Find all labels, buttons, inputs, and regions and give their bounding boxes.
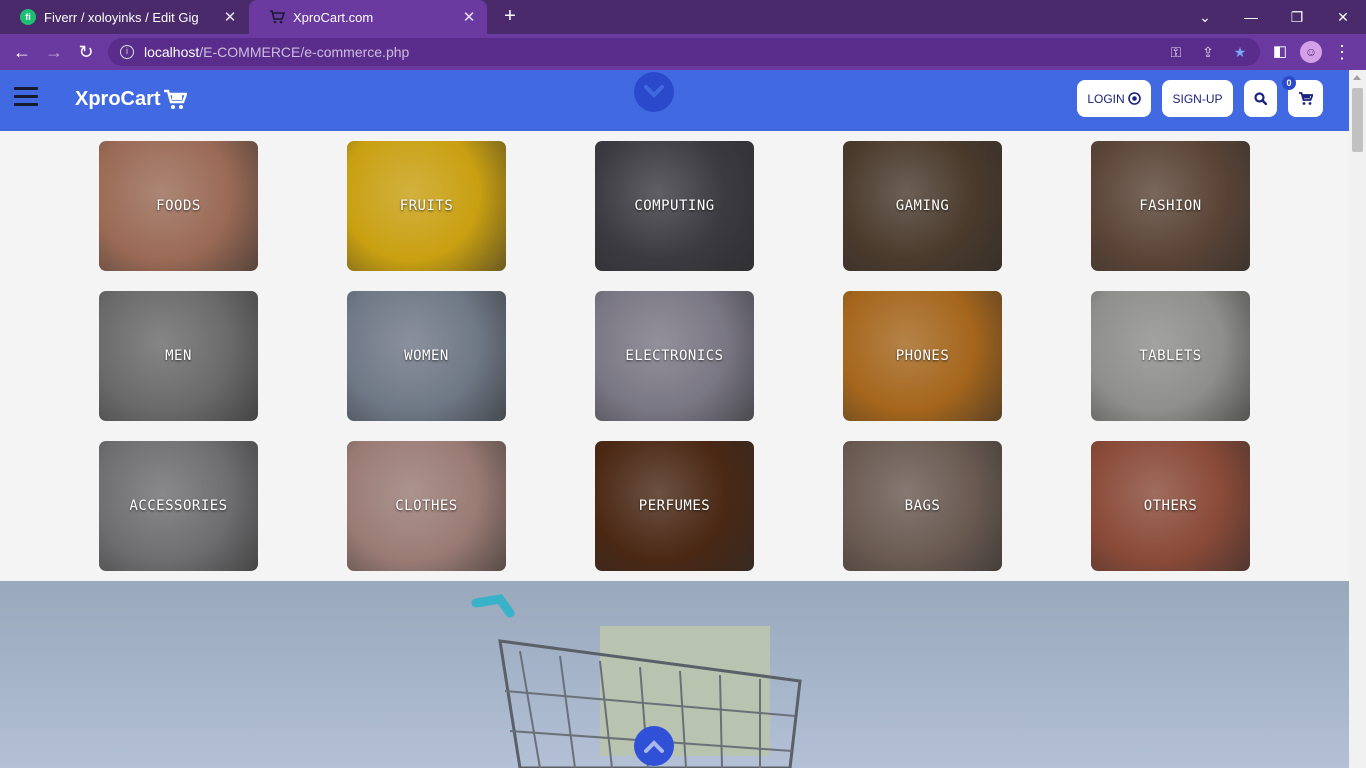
bookmark-star-icon[interactable]: ★ xyxy=(1230,42,1250,62)
cart-count-badge: 0 xyxy=(1282,76,1296,90)
category-label: GAMING xyxy=(895,198,950,214)
forward-icon[interactable]: → xyxy=(42,40,66,64)
address-bar[interactable]: i localhost/E-COMMERCE/e-commerce.php ⚿ … xyxy=(108,38,1260,66)
signup-label: SIGN-UP xyxy=(1172,91,1223,106)
back-icon[interactable]: ← xyxy=(10,40,34,64)
reload-icon[interactable]: ↻ xyxy=(74,40,98,64)
category-card-fashion[interactable]: FASHION xyxy=(1091,141,1250,271)
search-button[interactable] xyxy=(1244,80,1277,117)
chevron-down-icon xyxy=(644,85,664,98)
tab-fiverr[interactable]: fi Fiverr / xoloyinks / Edit Gig ✕ xyxy=(0,0,248,34)
scroll-up-arrow-icon[interactable] xyxy=(1353,75,1361,80)
profile-avatar[interactable]: ☺ xyxy=(1300,41,1322,63)
search-icon xyxy=(1254,92,1267,105)
url-path: /E-COMMERCE/e-commerce.php xyxy=(199,44,410,60)
category-card-accessories[interactable]: ACCESSORIES xyxy=(99,441,258,571)
category-label: COMPUTING xyxy=(634,198,715,214)
new-tab-button[interactable]: + xyxy=(498,5,522,29)
category-card-electronics[interactable]: ELECTRONICS xyxy=(595,291,754,421)
login-label: LOGIN xyxy=(1087,91,1125,106)
target-icon xyxy=(1127,92,1141,105)
category-label: FASHION xyxy=(1139,198,1202,214)
minimize-button[interactable]: — xyxy=(1228,0,1274,34)
tab-search-icon[interactable]: ⌄ xyxy=(1182,0,1228,34)
hero-banner xyxy=(0,581,1349,768)
signup-button[interactable]: SIGN-UP xyxy=(1162,80,1233,117)
category-card-bags[interactable]: BAGS xyxy=(843,441,1002,571)
cart-button[interactable]: 0 xyxy=(1282,76,1323,117)
side-panel-icon[interactable]: ◧ xyxy=(1268,40,1292,64)
browser-toolbar: ← → ↻ i localhost/E-COMMERCE/e-commerce.… xyxy=(0,34,1366,70)
hamburger-menu-icon[interactable] xyxy=(14,87,38,107)
web-page: XproCart LOGIN SIGN-UP 0 FOODS FRUITS COMP… xyxy=(0,70,1349,768)
site-header: XproCart LOGIN SIGN-UP 0 xyxy=(0,70,1349,131)
category-card-others[interactable]: OTHERS xyxy=(1091,441,1250,571)
category-label: ACCESSORIES xyxy=(129,498,228,514)
category-label: TABLETS xyxy=(1139,348,1202,364)
tab-title: XproCart.com xyxy=(293,9,374,25)
category-label: MEN xyxy=(165,348,192,364)
window-close-button[interactable]: ✕ xyxy=(1320,0,1366,34)
category-grid: FOODS FRUITS COMPUTING GAMING FASHION MEN WOME… xyxy=(0,131,1349,581)
category-card-foods[interactable]: FOODS xyxy=(99,141,258,271)
login-button[interactable]: LOGIN xyxy=(1077,80,1151,117)
category-card-phones[interactable]: PHONES xyxy=(843,291,1002,421)
dropdown-toggle-button[interactable] xyxy=(634,72,674,112)
tab-xprocart[interactable]: XproCart.com ✕ xyxy=(249,0,487,34)
cart-icon xyxy=(1299,91,1313,105)
chevron-up-icon xyxy=(644,740,664,753)
shopping-cart-money-image xyxy=(471,594,802,768)
key-icon[interactable]: ⚿ xyxy=(1166,42,1186,62)
share-icon[interactable]: ⇪ xyxy=(1198,42,1218,62)
category-label: CLOTHES xyxy=(395,498,458,514)
scrollbar-thumb[interactable] xyxy=(1352,88,1363,152)
close-icon[interactable]: ✕ xyxy=(461,8,477,26)
scroll-to-top-button[interactable] xyxy=(634,726,674,766)
fiverr-icon: fi xyxy=(20,9,36,25)
logo-text: XproCart xyxy=(75,88,161,110)
category-card-computing[interactable]: COMPUTING xyxy=(595,141,754,271)
category-card-fruits[interactable]: FRUITS xyxy=(347,141,506,271)
category-card-perfumes[interactable]: PERFUMES xyxy=(595,441,754,571)
restore-button[interactable]: ❐ xyxy=(1274,0,1320,34)
category-label: FOODS xyxy=(156,198,201,214)
url-host: localhost xyxy=(144,44,200,60)
category-label: PHONES xyxy=(895,348,950,364)
category-label: BAGS xyxy=(904,498,941,514)
category-card-women[interactable]: WOMEN xyxy=(347,291,506,421)
site-logo[interactable]: XproCart xyxy=(75,88,187,111)
category-label: FRUITS xyxy=(399,198,454,214)
cart-icon xyxy=(269,9,285,25)
category-card-clothes[interactable]: CLOTHES xyxy=(347,441,506,571)
close-icon[interactable]: ✕ xyxy=(222,8,238,26)
page-scrollbar[interactable] xyxy=(1349,70,1366,768)
category-label: WOMEN xyxy=(404,348,449,364)
category-label: ELECTRONICS xyxy=(625,348,724,364)
category-card-men[interactable]: MEN xyxy=(99,291,258,421)
menu-icon[interactable]: ⋮ xyxy=(1330,40,1354,64)
category-card-gaming[interactable]: GAMING xyxy=(843,141,1002,271)
category-label: PERFUMES xyxy=(638,498,711,514)
category-card-tablets[interactable]: TABLETS xyxy=(1091,291,1250,421)
cart-icon xyxy=(163,89,187,109)
category-label: OTHERS xyxy=(1143,498,1198,514)
browser-tab-bar: fi Fiverr / xoloyinks / Edit Gig ✕ XproC… xyxy=(0,0,1366,34)
info-icon[interactable]: i xyxy=(120,45,134,59)
tab-title: Fiverr / xoloyinks / Edit Gig xyxy=(44,9,199,25)
